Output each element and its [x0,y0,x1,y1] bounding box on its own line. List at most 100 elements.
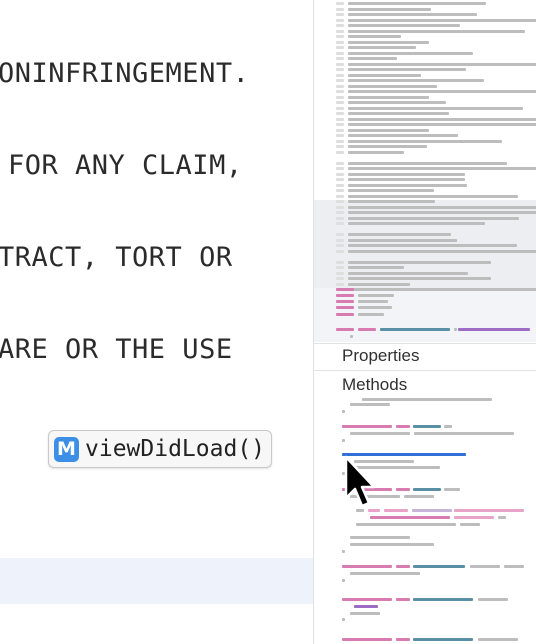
method-badge-icon: M [54,436,79,462]
minimap-line [454,509,524,512]
minimap-line [336,29,344,33]
minimap-line [454,516,494,519]
minimap-line [413,425,441,428]
minimap-line [478,598,508,601]
minimap-line [336,101,344,104]
minimap-line [342,598,392,601]
minimap-line [348,178,465,181]
minimap-line [348,244,518,247]
code-line[interactable]: ONINFRINGEMENT. [0,58,249,90]
minimap-line [413,598,473,601]
minimap-line [336,266,344,269]
minimap-line [336,2,344,5]
minimap-line [342,488,392,491]
minimap-line [336,189,344,192]
minimap-line [396,638,410,641]
minimap-line [350,432,410,435]
minimap-line [370,516,450,519]
minimap-line [336,328,354,331]
minimap-line [336,194,344,198]
minimap-line [336,150,344,154]
minimap-section-methods[interactable]: Methods [342,375,407,395]
minimap-line [342,565,392,568]
minimap-line [342,579,345,582]
minimap-line [336,216,344,220]
minimap-line [412,509,452,512]
minimap-line [348,194,519,198]
minimap-line [336,288,354,291]
code-line[interactable]: FOR ANY CLAIM, [8,150,243,182]
minimap-line [414,432,514,435]
minimap-line [348,68,466,71]
minimap-line [358,288,378,291]
minimap-line [336,172,344,176]
minimap-line [350,403,390,406]
minimap-line [358,306,392,309]
minimap-line [348,84,438,88]
minimap-line [348,40,430,44]
minimap-line [348,277,491,280]
minimap-line [336,249,344,253]
minimap-line [336,222,344,225]
minimap-line [396,425,410,428]
minimap-line [460,523,480,526]
minimap-line [348,123,536,126]
minimap-section-properties[interactable]: Properties [342,346,419,366]
minimap-line [336,300,354,303]
minimap-line [348,282,410,286]
minimap-line [348,271,468,275]
minimap-line [348,183,467,187]
minimap-line [362,398,492,401]
minimap-line [348,172,465,176]
minimap-line [348,128,430,132]
minimap-line [348,7,431,11]
minimap-line [336,84,344,88]
minimap[interactable]: Properties Methods [314,0,536,644]
minimap-line [368,509,380,512]
symbol-popup[interactable]: M viewDidLoad() [48,430,273,468]
minimap-line [504,565,524,568]
minimap-line [354,460,414,463]
symbol-name[interactable]: viewDidLoad() [85,436,265,462]
minimap-line [336,183,344,187]
minimap-line [342,425,392,428]
minimap-line [342,618,345,621]
minimap-line [348,18,536,22]
minimap-line [348,238,457,242]
minimap-line [342,472,345,475]
minimap-line [336,123,344,126]
minimap-line [342,439,345,442]
code-editor[interactable]: ONINFRINGEMENT. FOR ANY CLAIM, TRACT, TO… [0,0,313,644]
minimap-line [348,249,536,253]
minimap-line [354,605,378,608]
minimap-line [348,161,508,165]
minimap-line [444,425,452,428]
minimap-line [348,134,459,137]
minimap-line [348,101,446,104]
code-line[interactable]: ARE OR THE USE [0,334,233,366]
minimap-line [348,112,450,115]
minimap-line [404,495,434,498]
minimap-line [336,139,344,143]
minimap-line [350,335,353,338]
minimap-line [336,40,344,44]
code-line[interactable]: TRACT, TORT OR [0,242,233,274]
minimap-line [336,205,344,209]
minimap-line [348,139,503,143]
minimap-line [336,46,344,49]
minimap-line [396,565,410,568]
minimap-line [336,90,344,93]
minimap-line [348,216,519,220]
minimap-line [396,488,410,491]
minimap-line [356,523,456,526]
minimap-line [348,150,404,154]
section-divider [314,370,536,371]
minimap-line [358,328,376,331]
minimap-line [348,260,491,264]
minimap-line [336,18,344,22]
minimap-line [336,79,344,82]
minimap-line [413,565,465,568]
minimap-line [458,328,530,331]
minimap-line [336,7,344,11]
minimap-line [336,277,344,280]
